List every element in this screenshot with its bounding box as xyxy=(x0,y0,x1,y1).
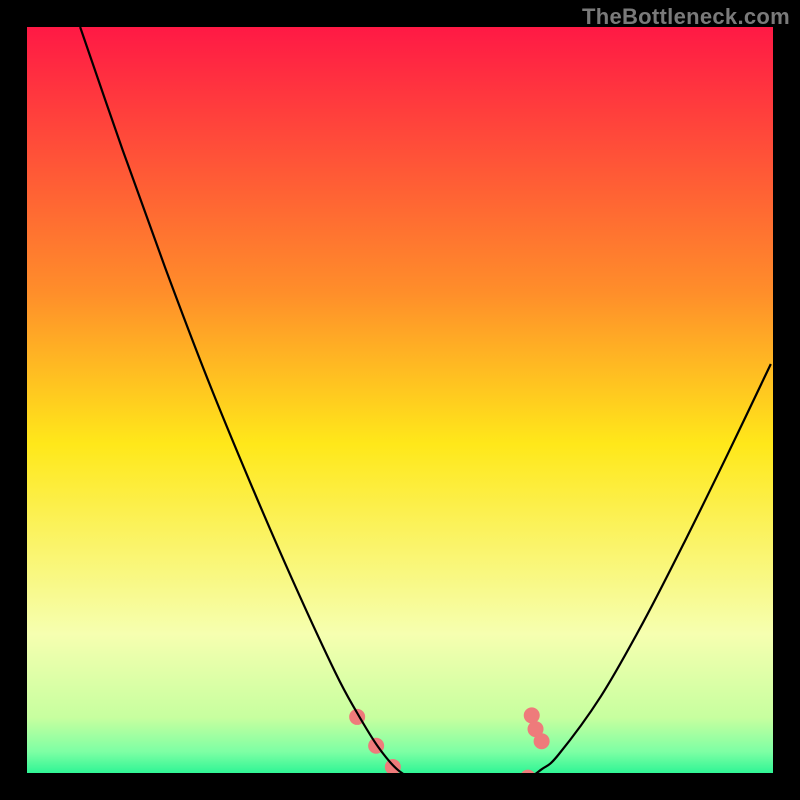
chart-svg xyxy=(0,0,800,800)
chart-container: TheBottleneck.com xyxy=(0,0,800,800)
watermark-text: TheBottleneck.com xyxy=(582,4,790,30)
marker-dot xyxy=(385,759,401,775)
marker-dot xyxy=(534,733,550,749)
gradient-background xyxy=(27,27,786,786)
marker-dot xyxy=(524,707,540,723)
